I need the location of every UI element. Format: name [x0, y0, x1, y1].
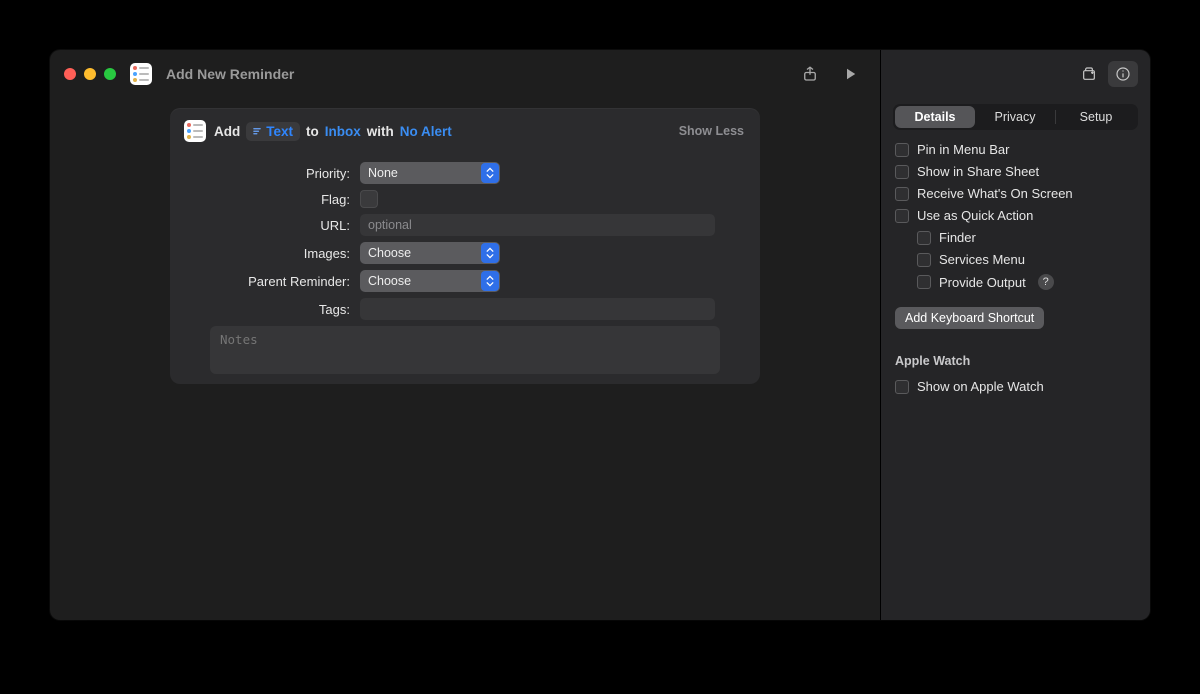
zoom-window-button[interactable]	[104, 68, 116, 80]
parent-reminder-label: Parent Reminder:	[210, 274, 360, 289]
main-area: Add New Reminder	[50, 50, 880, 620]
option-label: Pin in Menu Bar	[917, 142, 1010, 157]
priority-label: Priority:	[210, 166, 360, 181]
title-word-to: to	[306, 124, 319, 139]
option-quick-action[interactable]: Use as Quick Action	[895, 208, 1136, 223]
option-finder[interactable]: Finder	[895, 230, 1136, 245]
inspector-tabs: Details Privacy Setup	[893, 104, 1138, 130]
apple-watch-section-label: Apple Watch	[895, 354, 1136, 368]
flag-checkbox[interactable]	[360, 190, 378, 208]
checkbox[interactable]	[917, 253, 931, 267]
notes-input[interactable]	[210, 326, 720, 374]
traffic-lights	[64, 68, 116, 80]
play-icon	[841, 65, 859, 83]
flag-label: Flag:	[210, 192, 360, 207]
run-button[interactable]	[834, 60, 866, 88]
checkbox[interactable]	[895, 143, 909, 157]
checkbox[interactable]	[917, 275, 931, 289]
details-options: Pin in Menu Bar Show in Share Sheet Rece…	[881, 140, 1150, 396]
updown-arrows-icon	[481, 163, 499, 183]
checkbox[interactable]	[895, 209, 909, 223]
titlebar: Add New Reminder	[50, 50, 880, 98]
action-card-add-reminder: Add Text to Inbox with No Alert Show Les…	[170, 108, 760, 384]
text-token-label: Text	[266, 124, 293, 139]
option-show-on-apple-watch[interactable]: Show on Apple Watch	[895, 379, 1136, 394]
priority-select[interactable]: None	[360, 162, 500, 184]
option-label: Use as Quick Action	[917, 208, 1033, 223]
option-label: Receive What's On Screen	[917, 186, 1073, 201]
tags-input[interactable]	[360, 298, 715, 320]
url-input[interactable]	[360, 214, 715, 236]
inspector-panel: Details Privacy Setup Pin in Menu Bar Sh…	[880, 50, 1150, 620]
option-label: Show on Apple Watch	[917, 379, 1044, 394]
images-value: Choose	[368, 246, 411, 260]
window-title: Add New Reminder	[166, 66, 294, 82]
updown-arrows-icon	[481, 271, 499, 291]
action-title-row: Add Text to Inbox with No Alert	[214, 122, 671, 141]
option-label: Provide Output	[939, 275, 1026, 290]
option-label: Show in Share Sheet	[917, 164, 1039, 179]
option-provide-output[interactable]: Provide Output ?	[895, 274, 1136, 290]
option-show-share-sheet[interactable]: Show in Share Sheet	[895, 164, 1136, 179]
close-window-button[interactable]	[64, 68, 76, 80]
title-word-add: Add	[214, 124, 240, 139]
option-pin-menu-bar[interactable]: Pin in Menu Bar	[895, 142, 1136, 157]
images-select[interactable]: Choose	[360, 242, 500, 264]
checkbox[interactable]	[895, 380, 909, 394]
option-label: Services Menu	[939, 252, 1025, 267]
parent-reminder-select[interactable]: Choose	[360, 270, 500, 292]
url-label: URL:	[210, 218, 360, 233]
inspector-info-button[interactable]	[1108, 61, 1138, 87]
reminders-icon	[184, 120, 206, 142]
title-word-with: with	[367, 124, 394, 139]
text-token-icon	[252, 126, 262, 136]
alert-token[interactable]: No Alert	[400, 124, 452, 139]
inbox-token[interactable]: Inbox	[325, 124, 361, 139]
option-label: Finder	[939, 230, 976, 245]
updown-arrows-icon	[481, 243, 499, 263]
priority-value: None	[368, 166, 398, 180]
images-label: Images:	[210, 246, 360, 261]
action-card-header: Add Text to Inbox with No Alert Show Les…	[170, 108, 760, 152]
minimize-window-button[interactable]	[84, 68, 96, 80]
shortcut-app-icon	[130, 63, 152, 85]
checkbox[interactable]	[895, 165, 909, 179]
checkbox[interactable]	[917, 231, 931, 245]
tags-label: Tags:	[210, 302, 360, 317]
option-receive-on-screen[interactable]: Receive What's On Screen	[895, 186, 1136, 201]
info-icon	[1115, 66, 1131, 82]
library-button[interactable]	[1074, 61, 1104, 87]
app-window: Add New Reminder	[50, 50, 1150, 620]
share-icon	[801, 65, 819, 83]
tab-setup[interactable]: Setup	[1056, 106, 1136, 128]
option-services-menu[interactable]: Services Menu	[895, 252, 1136, 267]
show-less-toggle[interactable]: Show Less	[679, 124, 744, 138]
help-icon[interactable]: ?	[1038, 274, 1054, 290]
parent-reminder-value: Choose	[368, 274, 411, 288]
add-keyboard-shortcut-button[interactable]: Add Keyboard Shortcut	[895, 307, 1044, 329]
inspector-titlebar	[881, 50, 1150, 98]
share-button[interactable]	[794, 60, 826, 88]
text-token[interactable]: Text	[246, 122, 300, 141]
workflow-canvas[interactable]: Add Text to Inbox with No Alert Show Les…	[50, 98, 880, 620]
library-icon	[1081, 66, 1097, 82]
checkbox[interactable]	[895, 187, 909, 201]
action-form: Priority: None Flag:	[170, 152, 760, 320]
tab-details[interactable]: Details	[895, 106, 975, 128]
tab-privacy[interactable]: Privacy	[975, 106, 1055, 128]
